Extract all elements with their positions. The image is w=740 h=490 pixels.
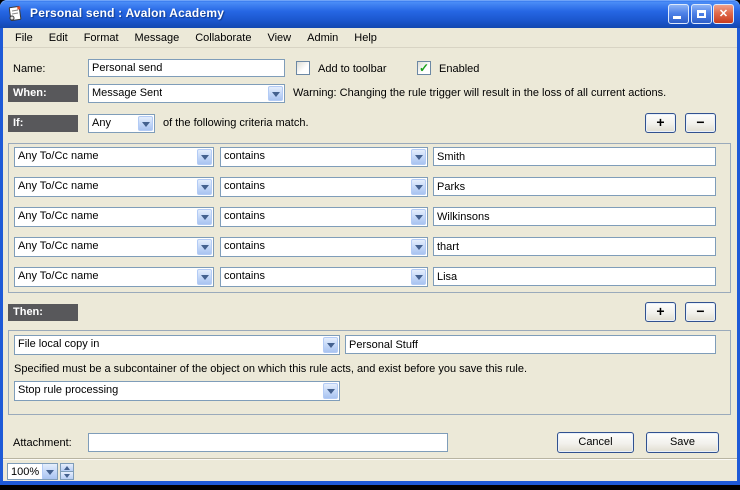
post-action-combobox[interactable]: Stop rule processing	[14, 381, 340, 401]
add-action-button[interactable]: +	[645, 302, 676, 322]
chevron-down-icon[interactable]	[42, 464, 57, 479]
window-title: Personal send : Avalon Academy	[30, 6, 224, 20]
menu-message[interactable]: Message	[127, 30, 188, 46]
close-icon: ✕	[719, 8, 728, 20]
criteria-operator-combobox[interactable]: contains	[220, 237, 428, 257]
criteria-operator-value: contains	[224, 180, 265, 192]
criteria-operator-combobox[interactable]: contains	[220, 207, 428, 227]
criteria-field-combobox[interactable]: Any To/Cc name	[14, 267, 214, 287]
then-section-label: Then:	[8, 304, 78, 321]
criteria-field-combobox[interactable]: Any To/Cc name	[14, 177, 214, 197]
chevron-down-icon[interactable]	[197, 269, 212, 285]
maximize-button[interactable]	[691, 4, 712, 24]
criteria-field-value: Any To/Cc name	[18, 240, 99, 252]
chevron-down-icon[interactable]	[411, 269, 426, 285]
criteria-value-input[interactable]	[433, 267, 716, 286]
zoom-control[interactable]: 100%	[7, 463, 74, 480]
menubar: File Edit Format Message Collaborate Vie…	[3, 28, 737, 48]
enabled-label: Enabled	[439, 63, 479, 75]
chevron-down-icon[interactable]	[411, 179, 426, 195]
criteria-field-combobox[interactable]: Any To/Cc name	[14, 147, 214, 167]
chevron-down-icon[interactable]	[411, 239, 426, 255]
criteria-operator-combobox[interactable]: contains	[220, 267, 428, 287]
action-type-value: File local copy in	[18, 338, 99, 350]
when-trigger-value: Message Sent	[92, 87, 162, 99]
chevron-down-icon[interactable]	[197, 149, 212, 165]
menu-admin[interactable]: Admin	[299, 30, 346, 46]
attachment-input[interactable]	[88, 433, 448, 452]
attachment-label: Attachment:	[13, 437, 72, 449]
menu-edit[interactable]: Edit	[41, 30, 76, 46]
close-button[interactable]: ✕	[713, 4, 734, 24]
menu-view[interactable]: View	[259, 30, 299, 46]
criteria-value-input[interactable]	[433, 237, 716, 256]
titlebar[interactable]: Personal send : Avalon Academy ✕	[0, 0, 740, 28]
criteria-operator-value: contains	[224, 270, 265, 282]
menu-format[interactable]: Format	[76, 30, 127, 46]
criteria-operator-value: contains	[224, 240, 265, 252]
checkmark-icon: ✓	[419, 61, 429, 75]
action-type-combobox[interactable]: File local copy in	[14, 335, 340, 355]
criteria-operator-value: contains	[224, 210, 265, 222]
when-section-label: When:	[8, 85, 78, 102]
rule-editor-window: Personal send : Avalon Academy ✕ File Ed…	[0, 0, 740, 485]
criteria-value-input[interactable]	[433, 207, 716, 226]
post-action-value: Stop rule processing	[18, 384, 118, 396]
chevron-down-icon[interactable]	[138, 116, 153, 131]
add-criteria-button[interactable]: +	[645, 113, 676, 133]
enabled-checkbox[interactable]: ✓	[417, 61, 431, 75]
app-icon	[7, 5, 24, 22]
chevron-down-icon[interactable]	[411, 209, 426, 225]
name-input[interactable]	[88, 59, 285, 77]
menu-collaborate[interactable]: Collaborate	[187, 30, 259, 46]
chevron-down-icon[interactable]	[411, 149, 426, 165]
if-suffix-text: of the following criteria match.	[163, 117, 309, 129]
when-warning-text: Warning: Changing the rule trigger will …	[293, 87, 666, 99]
remove-action-button[interactable]: −	[685, 302, 716, 322]
criteria-value-input[interactable]	[433, 147, 716, 166]
chevron-down-icon[interactable]	[197, 209, 212, 225]
chevron-down-icon[interactable]	[323, 337, 338, 353]
if-match-combobox[interactable]: Any	[88, 114, 155, 133]
screen: Personal send : Avalon Academy ✕ File Ed…	[0, 0, 740, 490]
spinner-up-icon[interactable]	[60, 463, 74, 472]
criteria-field-value: Any To/Cc name	[18, 210, 99, 222]
name-label: Name:	[13, 63, 45, 75]
criteria-field-combobox[interactable]: Any To/Cc name	[14, 207, 214, 227]
chevron-down-icon[interactable]	[197, 239, 212, 255]
spinner-down-icon[interactable]	[60, 472, 74, 480]
menu-help[interactable]: Help	[346, 30, 385, 46]
minimize-icon	[673, 16, 681, 19]
criteria-field-value: Any To/Cc name	[18, 180, 99, 192]
zoom-combobox[interactable]: 100%	[7, 463, 58, 480]
statusbar: 100%	[3, 458, 737, 481]
criteria-field-value: Any To/Cc name	[18, 270, 99, 282]
zoom-value: 100%	[8, 464, 42, 479]
criteria-operator-value: contains	[224, 150, 265, 162]
chevron-down-icon[interactable]	[323, 383, 338, 399]
menu-file[interactable]: File	[7, 30, 41, 46]
chevron-down-icon[interactable]	[197, 179, 212, 195]
criteria-field-combobox[interactable]: Any To/Cc name	[14, 237, 214, 257]
if-match-value: Any	[92, 117, 111, 129]
criteria-field-value: Any To/Cc name	[18, 150, 99, 162]
chevron-down-icon[interactable]	[268, 86, 283, 101]
if-section-label: If:	[8, 115, 78, 132]
zoom-spinner[interactable]	[60, 463, 74, 480]
action-target-input[interactable]	[345, 335, 716, 354]
cancel-button[interactable]: Cancel	[557, 432, 634, 453]
criteria-operator-combobox[interactable]: contains	[220, 147, 428, 167]
save-button[interactable]: Save	[646, 432, 719, 453]
when-trigger-combobox[interactable]: Message Sent	[88, 84, 285, 103]
maximize-icon	[697, 10, 706, 18]
add-to-toolbar-checkbox[interactable]	[296, 61, 310, 75]
action-note-text: Specified must be a subcontainer of the …	[14, 363, 527, 375]
remove-criteria-button[interactable]: −	[685, 113, 716, 133]
add-to-toolbar-label: Add to toolbar	[318, 63, 387, 75]
minimize-button[interactable]	[668, 4, 689, 24]
criteria-operator-combobox[interactable]: contains	[220, 177, 428, 197]
criteria-value-input[interactable]	[433, 177, 716, 196]
